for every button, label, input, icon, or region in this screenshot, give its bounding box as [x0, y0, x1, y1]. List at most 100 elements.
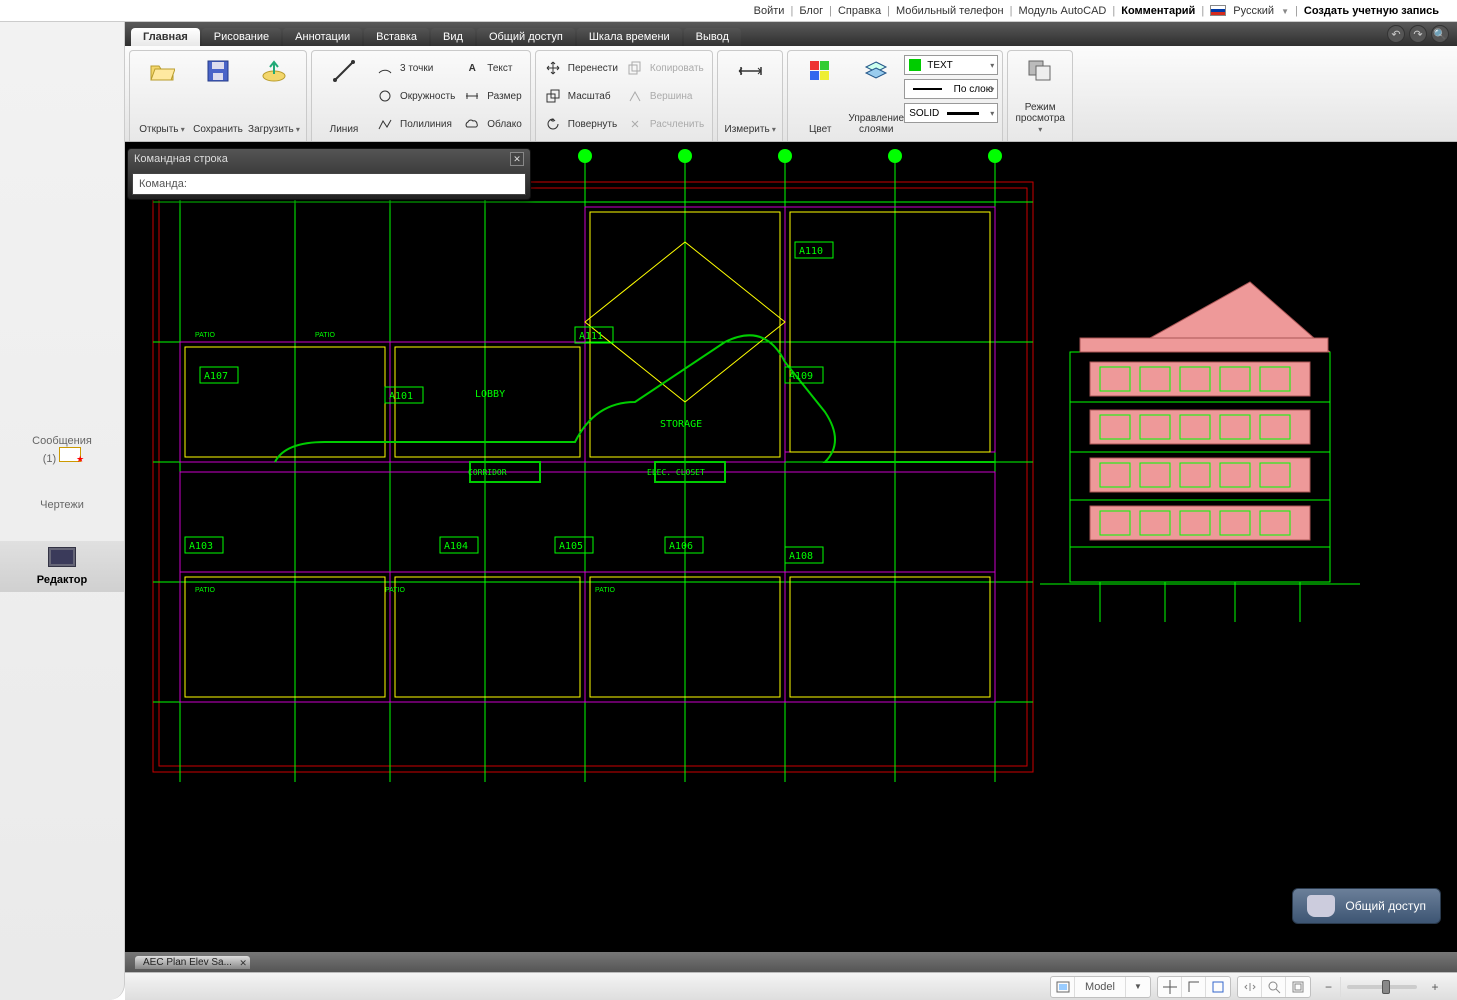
- redo-button[interactable]: ↷: [1409, 25, 1427, 43]
- crosshair-icon[interactable]: [1158, 977, 1182, 997]
- zoom-window-icon[interactable]: [1262, 977, 1286, 997]
- tab-insert[interactable]: Вставка: [364, 28, 429, 46]
- tab-timeline[interactable]: Шкала времени: [577, 28, 682, 46]
- share-overlay-button[interactable]: Общий доступ: [1292, 888, 1441, 924]
- svg-text:PATIO: PATIO: [595, 587, 616, 594]
- text-icon: A: [463, 60, 481, 76]
- tab-annotations[interactable]: Аннотации: [283, 28, 362, 46]
- dimension-icon: [463, 88, 481, 104]
- tab-drawing[interactable]: Рисование: [202, 28, 281, 46]
- tab-output[interactable]: Вывод: [684, 28, 741, 46]
- cloud-icon: [463, 116, 481, 132]
- layer-select[interactable]: TEXT: [904, 55, 998, 75]
- chevron-down-icon[interactable]: ▼: [1126, 977, 1150, 997]
- view-mode-button[interactable]: Режимпросмотра: [1012, 55, 1068, 137]
- pan-icon[interactable]: [1238, 977, 1262, 997]
- file-tab[interactable]: AEC Plan Elev Sa... ✕: [135, 956, 250, 969]
- ribbon-group-file: Открыть Сохранить Загрузить: [129, 50, 307, 141]
- close-icon[interactable]: ✕: [510, 152, 524, 166]
- svg-text:A110: A110: [799, 246, 823, 257]
- measure-button[interactable]: Измерить: [722, 55, 778, 137]
- sidebar-drawings[interactable]: Чертежи: [40, 495, 84, 511]
- svg-text:A106: A106: [669, 541, 693, 552]
- tab-share[interactable]: Общий доступ: [477, 28, 575, 46]
- status-bar: Model ▼: [125, 972, 1457, 1000]
- search-button[interactable]: 🔍: [1431, 25, 1449, 43]
- rotate-button[interactable]: Повернуть: [540, 115, 622, 133]
- move-button[interactable]: Перенести: [540, 59, 622, 77]
- sidebar-editor[interactable]: Редактор: [0, 541, 124, 592]
- explode-icon: [626, 116, 644, 132]
- ribbon-tabs: Главная Рисование Аннотации Вставка Вид …: [125, 22, 1457, 46]
- create-account-link[interactable]: Создать учетную запись: [1304, 5, 1439, 17]
- svg-text:PATIO: PATIO: [385, 587, 406, 594]
- sidebar-messages[interactable]: Сообщения (1): [32, 431, 92, 465]
- svg-text:A101: A101: [389, 391, 413, 402]
- osnap-icon[interactable]: [1206, 977, 1230, 997]
- polyline-icon: [376, 116, 394, 132]
- view-mode-icon: [1028, 57, 1052, 85]
- zoom-in-button[interactable]: +: [1423, 977, 1447, 997]
- ortho-icon[interactable]: [1182, 977, 1206, 997]
- color-button[interactable]: Цвет: [792, 55, 848, 137]
- zoom-extents-icon[interactable]: [1286, 977, 1310, 997]
- language-selector[interactable]: Русский ▼: [1210, 5, 1289, 17]
- save-button[interactable]: Сохранить: [190, 55, 246, 137]
- zoom-slider[interactable]: [1347, 985, 1417, 989]
- ribbon-group-measure: Измерить: [717, 50, 783, 141]
- mobile-link[interactable]: Мобильный телефон: [896, 5, 1004, 17]
- line-button[interactable]: Линия: [316, 55, 372, 137]
- flag-ru-icon: [1210, 5, 1226, 16]
- ribbon-group-modify: Перенести Масштаб Повернуть: [535, 50, 713, 141]
- circle-button[interactable]: Окружность: [372, 87, 459, 105]
- upload-icon: [261, 57, 287, 85]
- feedback-link[interactable]: Комментарий: [1121, 5, 1195, 17]
- text-button[interactable]: A Текст: [459, 59, 526, 77]
- zoom-out-button[interactable]: −: [1317, 977, 1341, 997]
- lineweight-select[interactable]: SOLID: [904, 103, 998, 123]
- layout-icon: [1051, 977, 1075, 997]
- command-input[interactable]: Команда:: [132, 173, 526, 195]
- login-link[interactable]: Войти: [754, 5, 785, 17]
- layer-color-swatch-icon: [909, 59, 921, 71]
- command-window-title: Командная строка: [134, 153, 228, 165]
- copy-icon: [626, 60, 644, 76]
- blog-link[interactable]: Блог: [799, 5, 823, 17]
- svg-text:CORRIDOR: CORRIDOR: [468, 468, 507, 477]
- scale-button[interactable]: Масштаб: [540, 87, 622, 105]
- layers-button[interactable]: Управлениеслоями: [848, 55, 904, 137]
- svg-text:A103: A103: [189, 541, 213, 552]
- vertex-button: Вершина: [622, 87, 708, 105]
- chevron-down-icon: ▼: [1281, 7, 1289, 16]
- svg-text:PATIO: PATIO: [315, 332, 336, 339]
- svg-text:A111: A111: [579, 331, 603, 342]
- zoom-thumb[interactable]: [1382, 980, 1390, 994]
- three-points-button[interactable]: 3 точки: [372, 59, 459, 77]
- upload-button[interactable]: Загрузить: [246, 55, 302, 137]
- cloud-button[interactable]: Облако: [459, 115, 526, 133]
- autocad-plugin-link[interactable]: Модуль AutoCAD: [1018, 5, 1106, 17]
- file-tabs-bar: AEC Plan Elev Sa... ✕: [125, 952, 1457, 972]
- ribbon-group-properties: Цвет Управлениеслоями TEXT По слою SOLI: [787, 50, 1003, 141]
- close-tab-icon[interactable]: ✕: [239, 958, 247, 969]
- tab-view[interactable]: Вид: [431, 28, 475, 46]
- open-button[interactable]: Открыть: [134, 55, 190, 137]
- left-sidebar: Сообщения (1) Чертежи Редактор: [0, 22, 125, 1000]
- ribbon-group-view: Режимпросмотра: [1007, 50, 1073, 141]
- polyline-button[interactable]: Полилиния: [372, 115, 459, 133]
- undo-button[interactable]: ↶: [1387, 25, 1405, 43]
- circle-icon: [376, 88, 394, 104]
- tab-home[interactable]: Главная: [131, 28, 200, 46]
- ribbon-group-draw: Линия 3 точки Окружность: [311, 50, 531, 141]
- linetype-select[interactable]: По слою: [904, 79, 998, 99]
- vertex-icon: [626, 88, 644, 104]
- dimension-button[interactable]: Размер: [459, 87, 526, 105]
- command-window[interactable]: Командная строка ✕ Команда:: [127, 148, 531, 200]
- drawing-canvas[interactable]: Командная строка ✕ Команда:: [125, 142, 1457, 952]
- svg-text:PATIO: PATIO: [195, 332, 216, 339]
- arc-3pt-icon: [376, 60, 394, 76]
- ribbon-panel: Открыть Сохранить Загрузить: [125, 46, 1457, 142]
- folder-open-icon: [149, 57, 175, 85]
- model-space-selector[interactable]: Model ▼: [1050, 976, 1151, 998]
- help-link[interactable]: Справка: [838, 5, 881, 17]
